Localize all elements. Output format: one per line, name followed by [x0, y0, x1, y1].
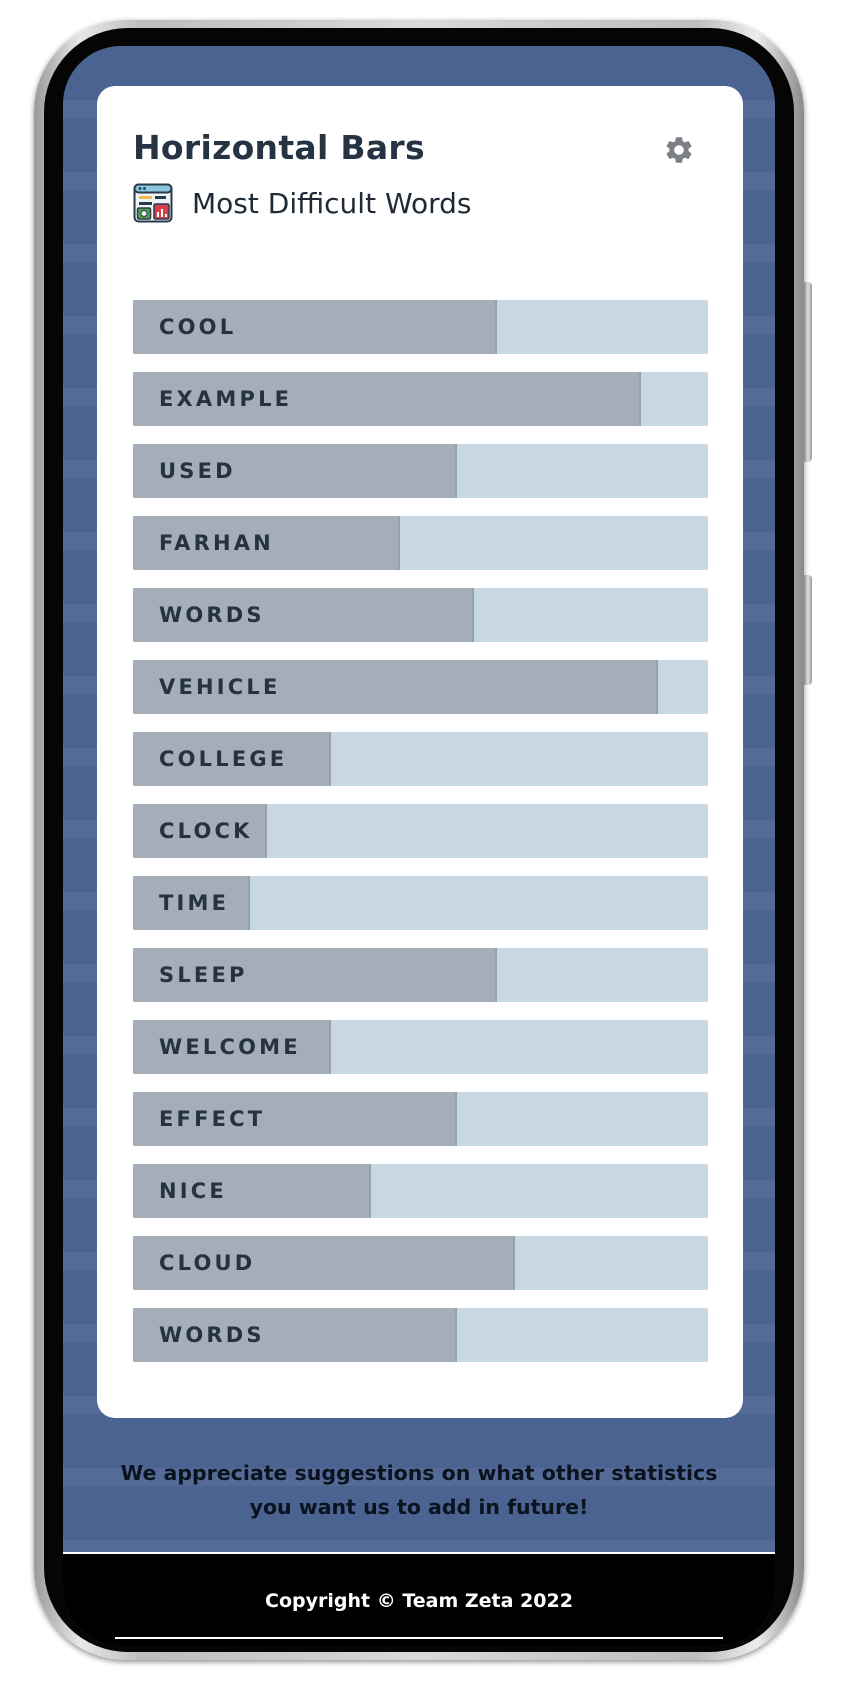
copyright-text: Copyright © Team Zeta 2022: [265, 1590, 573, 1612]
bar-row: NICE: [133, 1164, 708, 1218]
bar-label: EFFECT: [159, 1107, 266, 1131]
bar-row: CLOCK: [133, 804, 708, 858]
power-button: [804, 575, 812, 685]
gear-icon[interactable]: [663, 134, 695, 166]
bar-row: EXAMPLE: [133, 372, 708, 426]
app-screen: Horizontal Bars Most Difficult Words COO…: [63, 46, 775, 1646]
bar-label: SLEEP: [159, 963, 248, 987]
chart-subtitle: Most Difficult Words: [192, 186, 472, 220]
bar-label: WELCOME: [159, 1035, 301, 1059]
dashboard-stats-icon: [133, 183, 173, 223]
bar-row: WORDS: [133, 1308, 708, 1362]
volume-button: [804, 282, 812, 462]
bar-row: USED: [133, 444, 708, 498]
bar-row: CLOUD: [133, 1236, 708, 1290]
bar-label: COOL: [159, 315, 237, 339]
bar-row: SLEEP: [133, 948, 708, 1002]
bar-row: TIME: [133, 876, 708, 930]
bar-label: EXAMPLE: [159, 387, 293, 411]
footer: Copyright © Team Zeta 2022: [63, 1552, 775, 1646]
bar-label: FARHAN: [159, 531, 274, 555]
bar-label: WORDS: [159, 1323, 265, 1347]
bar-row: WELCOME: [133, 1020, 708, 1074]
horizontal-bar-chart: COOL EXAMPLE USED FARHAN WORDS VEHICLE COLLEGE…: [133, 300, 708, 1380]
bar-row: EFFECT: [133, 1092, 708, 1146]
bar-row: VEHICLE: [133, 660, 708, 714]
bar-row: COLLEGE: [133, 732, 708, 786]
bar-label: VEHICLE: [159, 675, 281, 699]
bar-label: CLOUD: [159, 1251, 256, 1275]
bar-row: WORDS: [133, 588, 708, 642]
suggestion-note: We appreciate suggestions on what other …: [120, 1461, 718, 1519]
bar-row: FARHAN: [133, 516, 708, 570]
bar-row: COOL: [133, 300, 708, 354]
bar-label: USED: [159, 459, 236, 483]
bar-label: WORDS: [159, 603, 265, 627]
subtitle-row: Most Difficult Words: [133, 182, 472, 224]
bar-label: NICE: [159, 1179, 227, 1203]
bar-label: COLLEGE: [159, 747, 288, 771]
gear-icon-graphic: [666, 137, 692, 163]
stats-card: Horizontal Bars Most Difficult Words COO…: [97, 86, 743, 1418]
bar-label: TIME: [159, 891, 230, 915]
home-indicator: [115, 1637, 723, 1639]
page-title: Horizontal Bars: [133, 128, 425, 167]
bar-label: CLOCK: [159, 819, 253, 843]
